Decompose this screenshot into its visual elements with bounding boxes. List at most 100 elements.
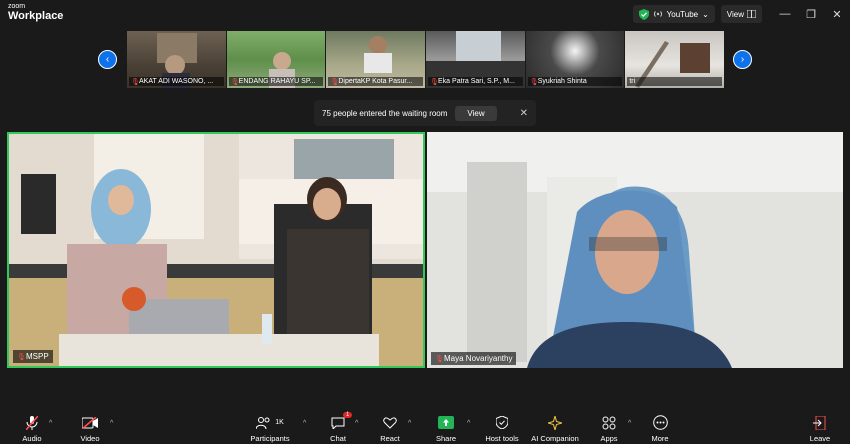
app-logo: zoom Workplace — [8, 3, 63, 22]
host-tools-label: Host tools — [485, 434, 519, 443]
participant-name: Syukriah Shinta — [537, 78, 587, 85]
video-options-chevron-icon[interactable]: ^ — [110, 420, 113, 427]
waiting-room-view-button[interactable]: View — [455, 105, 497, 121]
mic-muted-icon — [26, 414, 38, 431]
leave-label: Leave — [809, 434, 831, 443]
participant-name-tag: 🎙 ENDANG RAHAYU SP... — [228, 77, 324, 86]
react-label: React — [380, 434, 400, 443]
view-button[interactable]: View — [720, 5, 762, 23]
apps-grid-icon — [602, 414, 616, 431]
participant-thumbnail[interactable]: 🎙 Eka Patra Sari, S.P., M... — [426, 31, 525, 88]
youtube-live-indicator[interactable]: YouTube ⌄ — [632, 5, 715, 23]
view-label: View — [726, 9, 744, 19]
chevron-left-icon: ‹ — [105, 54, 110, 65]
heart-icon — [383, 414, 397, 431]
more-label: More — [651, 434, 669, 443]
participants-label: Participants — [250, 434, 290, 443]
video-tile[interactable]: 🎙 Maya Novariyanthy — [427, 132, 843, 368]
video-tile-active-speaker[interactable]: 🎙 MSPP — [7, 132, 425, 368]
more-button[interactable]: More — [630, 414, 690, 443]
people-icon: 1K — [256, 414, 284, 431]
participant-name: MSPP — [26, 352, 49, 361]
participant-name-tag: 🎙 DipertaKP Kota Pasur... — [328, 77, 424, 86]
audio-label: Audio — [22, 434, 42, 443]
participants-button[interactable]: 1K Participants — [240, 414, 300, 443]
share-label: Share — [435, 434, 456, 443]
share-button[interactable]: Share — [416, 414, 476, 443]
share-screen-icon — [438, 414, 454, 431]
leave-button[interactable]: Leave — [790, 414, 850, 443]
chat-button[interactable]: 1 Chat — [308, 412, 368, 443]
participant-name: Maya Novariyanthy — [444, 354, 513, 363]
chevron-right-icon: › — [740, 54, 745, 65]
minimize-button[interactable]: — — [772, 5, 798, 23]
mic-off-icon: 🎙 — [330, 79, 340, 86]
participant-name-tag: 🎙 Maya Novariyanthy — [431, 352, 517, 365]
participant-thumbnail[interactable]: tri — [625, 31, 725, 88]
participant-name-tag: 🎙 AKAT ADI WASONO, ... — [129, 77, 224, 86]
participant-name: tri — [629, 78, 636, 85]
mic-off-icon: 🎙 — [17, 354, 26, 361]
participant-strip: 🎙 AKAT ADI WASONO, ... 🎙 ENDANG RAHAYU SP.… — [127, 31, 725, 88]
logo-small: zoom — [8, 3, 26, 10]
participant-thumbnail[interactable]: 🎙 AKAT ADI WASONO, ... — [127, 31, 226, 88]
restore-icon: ❐ — [806, 8, 816, 21]
participant-thumbnail[interactable]: 🎙 DipertaKP Kota Pasur... — [326, 31, 426, 88]
video-feed — [9, 134, 423, 366]
participants-options-chevron-icon[interactable]: ^ — [303, 420, 306, 427]
apps-label: Apps — [600, 434, 618, 443]
react-button[interactable]: React — [360, 414, 420, 443]
logo-big: Workplace — [8, 10, 64, 22]
mic-off-icon: 🎙 — [430, 79, 439, 86]
video-label: Video — [80, 434, 100, 443]
chat-options-chevron-icon[interactable]: ^ — [355, 420, 358, 427]
mic-off-icon: 🎙 — [131, 79, 140, 86]
audio-options-chevron-icon[interactable]: ^ — [49, 420, 52, 427]
participant-name-tag: 🎙 Eka Patra Sari, S.P., M... — [428, 77, 523, 86]
next-page-button[interactable]: › — [733, 50, 752, 69]
shield-icon — [496, 414, 508, 431]
close-button[interactable]: ✕ — [824, 5, 850, 23]
participants-count: 1K — [275, 419, 284, 426]
close-icon: ✕ — [832, 8, 842, 21]
participant-name: AKAT ADI WASONO, ... — [139, 78, 214, 85]
minimize-icon: — — [779, 8, 791, 20]
video-feed — [427, 132, 843, 368]
chat-badge: 1 — [343, 412, 353, 418]
close-notice-icon[interactable]: ✕ — [520, 108, 528, 119]
participant-thumbnail[interactable]: 🎙 Syukriah Shinta — [525, 31, 625, 88]
host-tools-button[interactable]: Host tools — [472, 414, 532, 443]
participant-name-tag: 🎙 MSPP — [13, 350, 53, 363]
participant-name: Eka Patra Sari, S.P., M... — [438, 78, 515, 85]
mic-off-icon: 🎙 — [230, 79, 240, 86]
meeting-toolbar: Audio ^ Video ^ 1K Participants ^ 1 Chat… — [0, 412, 850, 444]
title-bar: zoom Workplace YouTube ⌄ View — ❐ ✕ — [0, 0, 850, 28]
grid-icon — [747, 10, 756, 18]
video-button[interactable]: Video — [60, 414, 120, 443]
waiting-room-notice: 75 people entered the waiting room View … — [314, 100, 536, 126]
prev-page-button[interactable]: ‹ — [98, 50, 117, 69]
participant-name: ENDANG RAHAYU SP... — [238, 78, 316, 85]
shield-check-icon — [638, 8, 649, 20]
ai-companion-button[interactable]: AI Companion — [525, 414, 585, 443]
mic-off-icon: 🎙 — [435, 356, 444, 363]
participant-name: DipertaKP Kota Pasur... — [338, 78, 413, 85]
react-options-chevron-icon[interactable]: ^ — [408, 420, 411, 427]
restore-button[interactable]: ❐ — [798, 5, 824, 23]
video-off-icon — [82, 414, 98, 431]
broadcast-icon — [653, 11, 662, 17]
ai-companion-label: AI Companion — [531, 434, 579, 443]
share-options-chevron-icon[interactable]: ^ — [467, 420, 470, 427]
chevron-down-icon: ⌄ — [702, 9, 709, 19]
participant-thumbnail[interactable]: 🎙 ENDANG RAHAYU SP... — [226, 31, 326, 88]
more-dots-icon — [652, 414, 668, 431]
waiting-room-text: 75 people entered the waiting room — [322, 108, 448, 118]
youtube-label: YouTube — [666, 9, 699, 19]
audio-button[interactable]: Audio — [2, 414, 62, 443]
sparkle-icon — [548, 414, 562, 431]
participant-name-tag: tri — [627, 77, 723, 86]
chat-label: Chat — [330, 434, 346, 443]
mic-off-icon: 🎙 — [529, 79, 539, 86]
participant-name-tag: 🎙 Syukriah Shinta — [527, 77, 623, 86]
leave-icon — [813, 414, 827, 431]
